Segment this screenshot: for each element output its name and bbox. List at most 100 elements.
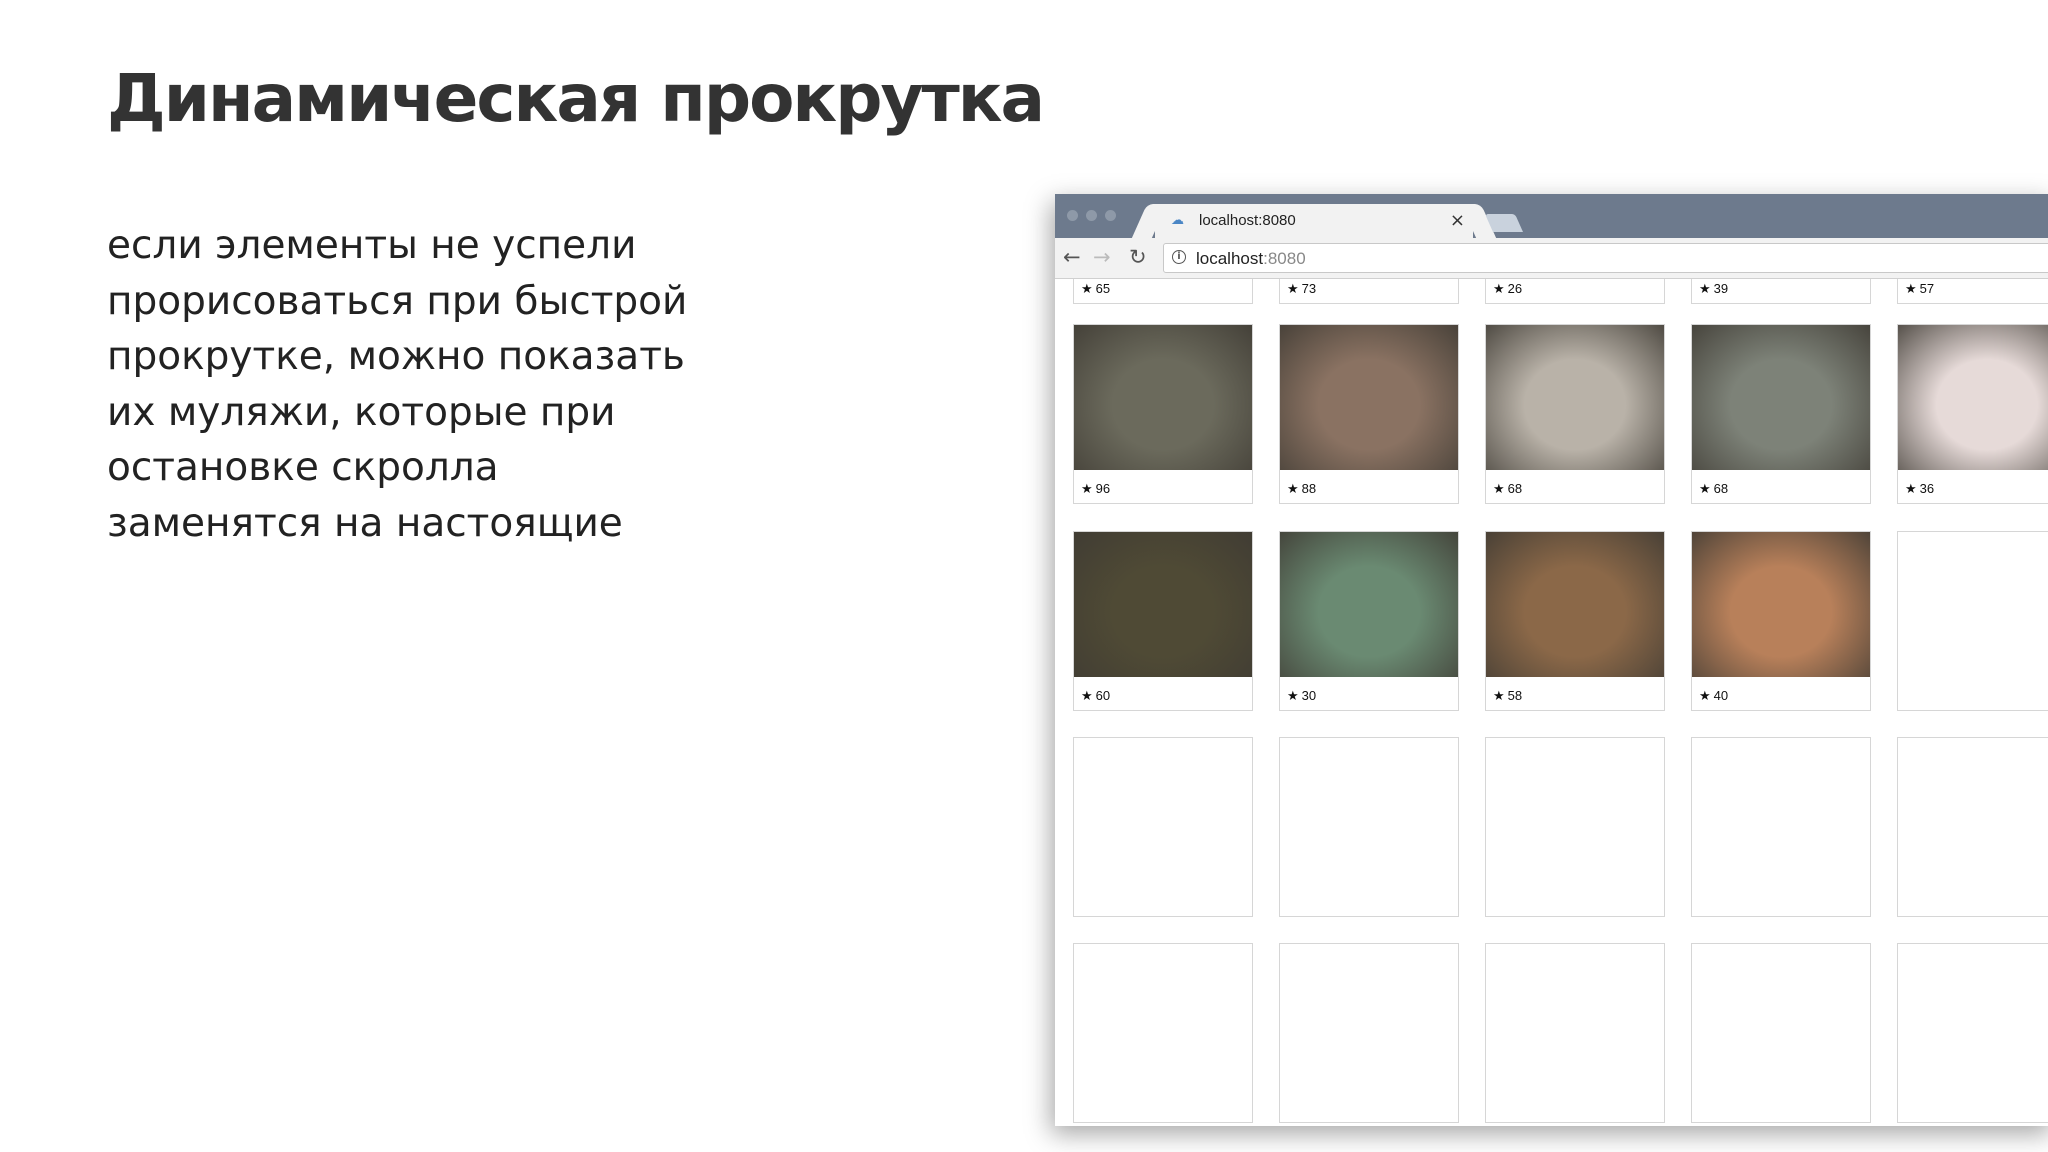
cat-card[interactable]: ★ 68	[1691, 324, 1871, 504]
placeholder-card	[1691, 737, 1871, 917]
star-icon: ★	[1699, 482, 1711, 497]
rating: ★ 30	[1287, 688, 1316, 704]
rating: ★ 68	[1699, 481, 1728, 497]
star-icon: ★	[1905, 482, 1917, 497]
slide-description: если элементы не успели прорисоваться пр…	[107, 218, 747, 551]
cat-card[interactable]: ★ 60	[1073, 531, 1253, 711]
description-line: прорисоваться при быстрой	[107, 278, 688, 324]
rating-value: 68	[1507, 481, 1523, 496]
rating: ★ 39	[1699, 281, 1728, 297]
url-port: :8080	[1263, 249, 1306, 268]
cat-photo	[1074, 325, 1252, 470]
reload-icon[interactable]: ↻	[1129, 245, 1147, 269]
cat-card[interactable]: ★ 65	[1073, 279, 1253, 304]
placeholder-card	[1485, 943, 1665, 1123]
cat-card[interactable]: ★ 26	[1485, 279, 1665, 304]
placeholder-card	[1897, 531, 2048, 711]
rating-value: 36	[1919, 481, 1935, 496]
rating: ★ 40	[1699, 688, 1728, 704]
browser-titlebar: ☁ localhost:8080 ×	[1055, 194, 2048, 240]
placeholder-card	[1279, 943, 1459, 1123]
rating-value: 88	[1301, 481, 1317, 496]
star-icon: ★	[1081, 282, 1093, 297]
slide-title: Динамическая прокрутка	[107, 60, 1045, 137]
cat-photo	[1280, 325, 1458, 470]
placeholder-card	[1897, 737, 2048, 917]
placeholder-card	[1073, 943, 1253, 1123]
cat-card[interactable]: ★ 96	[1073, 324, 1253, 504]
browser-window: ☁ localhost:8080 × ← → ↻ i localhost:808…	[1055, 194, 2048, 1126]
rating: ★ 57	[1905, 281, 1934, 297]
cat-card[interactable]: ★ 88	[1279, 324, 1459, 504]
rating: ★ 36	[1905, 481, 1934, 497]
forward-icon[interactable]: →	[1093, 245, 1111, 269]
star-icon: ★	[1287, 482, 1299, 497]
cat-card[interactable]: ★ 30	[1279, 531, 1459, 711]
cat-photo	[1692, 325, 1870, 470]
cat-photo	[1074, 532, 1252, 677]
placeholder-card	[1897, 943, 2048, 1123]
tab-title: localhost:8080	[1199, 212, 1296, 229]
rating: ★ 26	[1493, 281, 1522, 297]
browser-tab[interactable]: ☁ localhost:8080 ×	[1155, 204, 1473, 240]
description-line: если элементы не успели	[107, 223, 637, 268]
rating: ★ 68	[1493, 481, 1522, 497]
rating-value: 39	[1713, 281, 1729, 296]
star-icon: ★	[1699, 689, 1711, 704]
description-line: их муляжи, которые при	[107, 389, 616, 435]
zoom-window-dot[interactable]	[1105, 210, 1116, 221]
cat-photo	[1692, 532, 1870, 677]
placeholder-card	[1073, 737, 1253, 917]
rating-value: 73	[1301, 281, 1317, 296]
cat-card[interactable]: ★ 68	[1485, 324, 1665, 504]
star-icon: ★	[1081, 689, 1093, 704]
placeholder-card	[1691, 943, 1871, 1123]
placeholder-card	[1279, 737, 1459, 917]
rating-value: 60	[1095, 688, 1111, 703]
star-icon: ★	[1493, 689, 1505, 704]
cat-card[interactable]: ★ 36	[1897, 324, 2048, 504]
cat-card[interactable]: ★ 73	[1279, 279, 1459, 304]
description-line: остановке скролла	[107, 445, 499, 490]
address-bar[interactable]: i localhost:8080	[1163, 243, 2048, 273]
rating-value: 65	[1095, 281, 1111, 296]
cat-photo	[1280, 532, 1458, 677]
cat-card[interactable]: ★ 40	[1691, 531, 1871, 711]
url-host: localhost	[1196, 249, 1264, 268]
rating: ★ 73	[1287, 281, 1316, 297]
rating-value: 26	[1507, 281, 1523, 296]
back-icon[interactable]: ←	[1063, 245, 1081, 269]
star-icon: ★	[1905, 282, 1917, 297]
cat-photo	[1486, 325, 1664, 470]
placeholder-card	[1485, 737, 1665, 917]
rating-value: 96	[1095, 481, 1111, 496]
rating-value: 40	[1713, 688, 1729, 703]
cat-card[interactable]: ★ 39	[1691, 279, 1871, 304]
image-gallery[interactable]: ★ 65 ★ 73 ★ 26 ★ 39 ★ 57 ★ 96 ★ 88 ★ 68 ★ 68 ★ 36 ★ 60 ★ 30 ★ 58 ★…	[1055, 279, 2048, 1126]
star-icon: ★	[1287, 282, 1299, 297]
info-icon[interactable]: i	[1172, 250, 1186, 264]
close-tab-icon[interactable]: ×	[1450, 210, 1465, 231]
star-icon: ★	[1287, 689, 1299, 704]
cat-photo	[1486, 532, 1664, 677]
description-line: заменятся на настоящие	[107, 500, 623, 546]
rating-value: 30	[1301, 688, 1317, 703]
cloud-icon: ☁	[1171, 213, 1184, 228]
description-line: прокрутке, можно показать	[107, 334, 685, 379]
rating-value: 58	[1507, 688, 1523, 703]
cat-card[interactable]: ★ 57	[1897, 279, 2048, 304]
close-window-dot[interactable]	[1067, 210, 1078, 221]
rating: ★ 60	[1081, 688, 1110, 704]
star-icon: ★	[1699, 282, 1711, 297]
cat-card[interactable]: ★ 58	[1485, 531, 1665, 711]
cat-photo	[1898, 325, 2048, 470]
rating: ★ 58	[1493, 688, 1522, 704]
rating-value: 57	[1919, 281, 1935, 296]
browser-toolbar: ← → ↻ i localhost:8080	[1055, 238, 2048, 279]
star-icon: ★	[1081, 482, 1093, 497]
rating-value: 68	[1713, 481, 1729, 496]
minimize-window-dot[interactable]	[1086, 210, 1097, 221]
url-text[interactable]: localhost:8080	[1196, 249, 1306, 269]
rating: ★ 65	[1081, 281, 1110, 297]
star-icon: ★	[1493, 482, 1505, 497]
